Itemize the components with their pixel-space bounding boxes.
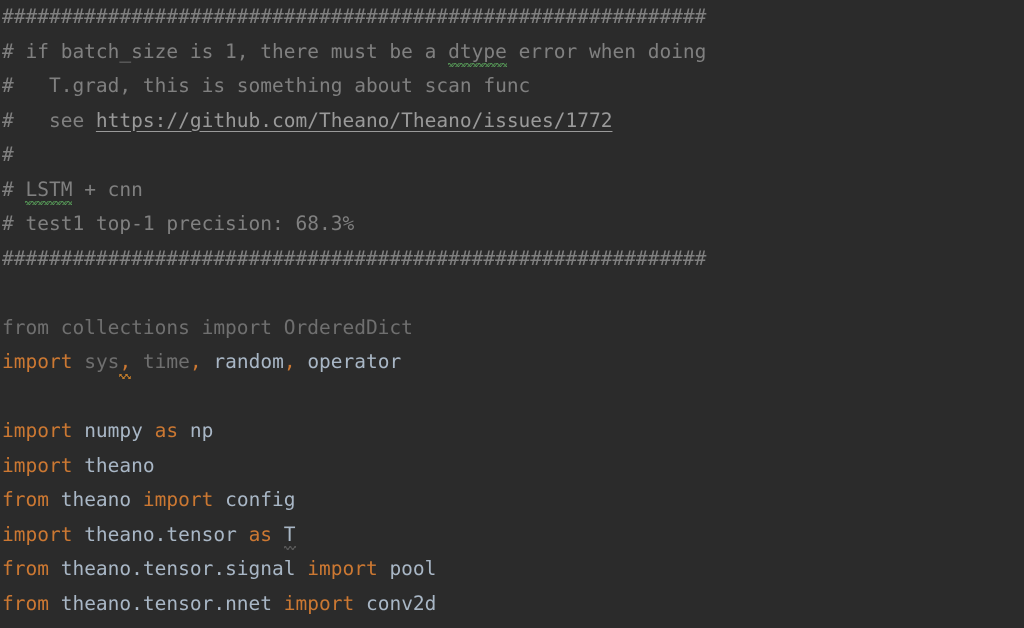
comma: , (189, 350, 202, 373)
alias-t-with-typo-hint[interactable]: T (283, 518, 296, 553)
unused-import-statement: from collections import OrderedDict (2, 315, 413, 339)
module-theano-tensor-nnet: theano.tensor.nnet (48, 591, 284, 615)
symbol-conv2d: conv2d (354, 591, 437, 615)
code-line: ########################################… (0, 0, 1024, 35)
module-theano: theano (72, 453, 155, 477)
keyword-as: as (154, 419, 179, 442)
spellcheck-word-lstm[interactable]: LSTM (25, 173, 72, 208)
code-editor-pane[interactable]: ########################################… (0, 0, 1024, 628)
keyword-import: import (307, 557, 378, 580)
keyword-import: import (142, 488, 214, 511)
comment-text: # if batch_size is 1, there must be a (2, 39, 449, 63)
code-line: from theano import config (0, 483, 1024, 518)
comment-text: # (2, 143, 14, 166)
comment-rule-top: ########################################… (2, 5, 707, 28)
code-line: from theano.tensor.nnet import conv2d (0, 587, 1024, 622)
warning-comma[interactable]: , (119, 345, 131, 380)
symbol-pool: pool (377, 557, 437, 580)
code-line: # (0, 138, 1024, 173)
module-theano: theano (48, 488, 143, 511)
comment-text: # test1 top-1 precision: 68.3% (2, 212, 355, 235)
code-line: import theano (0, 449, 1024, 484)
module-theano-tensor: theano.tensor (72, 522, 249, 546)
keyword-import: import (2, 350, 73, 373)
keyword-import: import (2, 522, 73, 546)
keyword-as: as (248, 522, 273, 546)
keyword-import: import (283, 591, 355, 615)
code-line: import theano.tensor as T (0, 518, 1024, 553)
keyword-from: from (2, 591, 49, 615)
code-line: # LSTM + cnn (0, 173, 1024, 208)
comment-url-link[interactable]: https://github.com/Theano/Theano/issues/… (96, 109, 613, 132)
keyword-import: import (2, 419, 73, 442)
comment-text: # (2, 177, 26, 201)
code-line: from theano.tensor.signal import pool (0, 552, 1024, 587)
code-line: ########################################… (0, 242, 1024, 277)
code-line: from collections import OrderedDict (0, 311, 1024, 346)
module-operator: operator (295, 350, 402, 373)
module-numpy: numpy (72, 419, 155, 442)
code-line: # see https://github.com/Theano/Theano/i… (0, 104, 1024, 139)
module-theano-tensor-signal: theano.tensor.signal (48, 557, 308, 580)
comment-text: + cnn (72, 177, 143, 201)
code-line: # if batch_size is 1, there must be a dt… (0, 35, 1024, 70)
spellcheck-word-dtype[interactable]: dtype (448, 35, 507, 70)
alias-np: np (178, 419, 214, 442)
keyword-from: from (2, 488, 49, 511)
keyword-import: import (2, 453, 73, 477)
module-random: random (201, 350, 284, 373)
comment-text: error when doing (506, 39, 707, 63)
symbol-config: config (213, 488, 296, 511)
comment-text: # see (2, 108, 96, 132)
comma: , (283, 350, 296, 373)
module-sys: sys (84, 350, 120, 373)
code-line: import sys, time, random, operator (0, 345, 1024, 380)
comment-rule-bottom: ########################################… (2, 246, 707, 270)
code-line: import numpy as np (0, 414, 1024, 449)
comment-text: # T.grad, this is something about scan f… (2, 74, 531, 97)
code-line: # test1 top-1 precision: 68.3% (0, 207, 1024, 242)
module-time: time (131, 350, 190, 373)
keyword-from: from (2, 557, 49, 580)
code-line: # T.grad, this is something about scan f… (0, 69, 1024, 104)
